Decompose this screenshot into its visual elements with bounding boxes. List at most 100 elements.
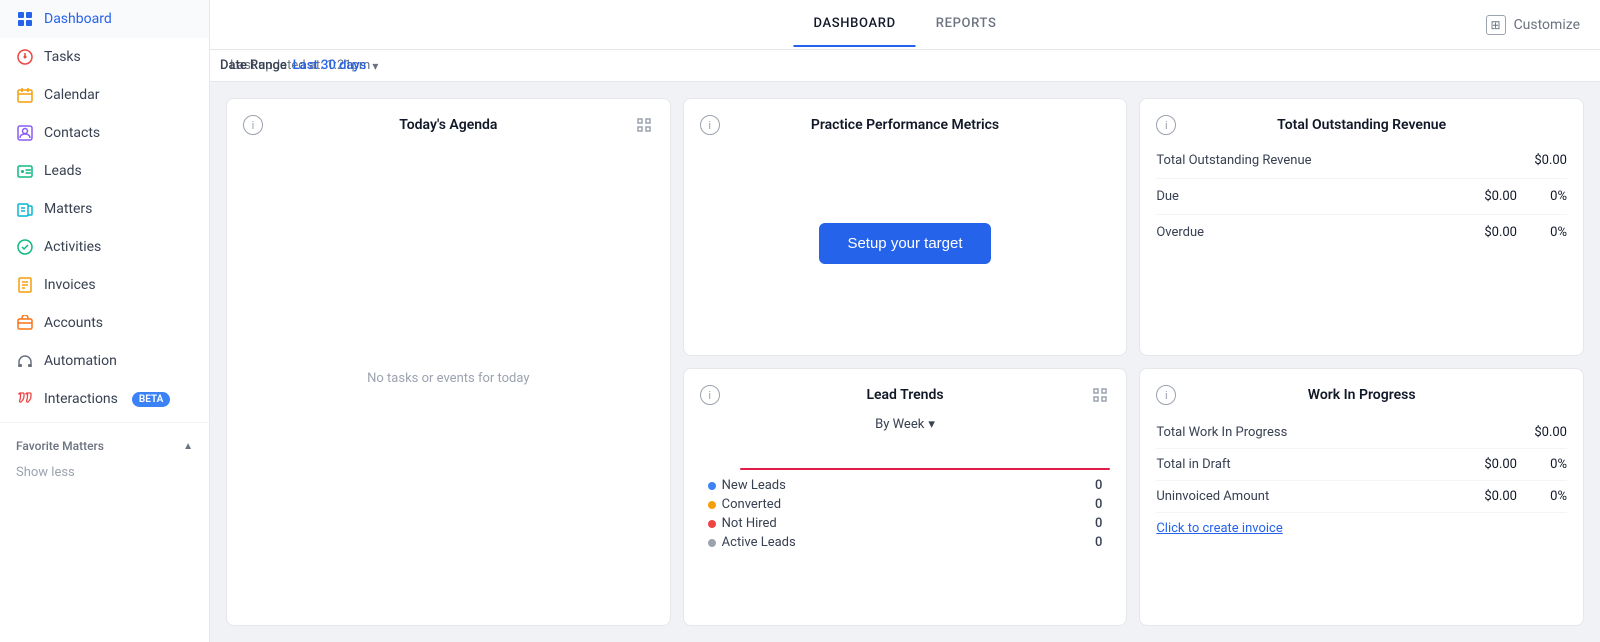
favorite-matters-section: Favorite Matters ▲ bbox=[0, 427, 209, 457]
sidebar-item-automation[interactable]: Automation bbox=[0, 342, 209, 380]
lead-trends-chart bbox=[700, 440, 1111, 470]
revenue-overdue-values: $0.00 0% bbox=[1462, 225, 1567, 240]
converted-label: Converted bbox=[722, 497, 1077, 512]
agenda-card-title: Today's Agenda bbox=[263, 117, 634, 133]
automation-icon bbox=[16, 352, 34, 370]
metrics-card-header: i Practice Performance Metrics bbox=[700, 115, 1111, 135]
sidebar-item-activities[interactable]: Activities bbox=[0, 228, 209, 266]
converted-dot bbox=[708, 501, 716, 509]
sidebar-item-label: Accounts bbox=[44, 315, 103, 331]
lead-trends-chart-line bbox=[740, 468, 1111, 470]
main-content: DASHBOARD REPORTS ⊞ Customize Last updat… bbox=[210, 0, 1600, 642]
wip-draft-pct: 0% bbox=[1537, 457, 1567, 472]
topbar: DASHBOARD REPORTS ⊞ Customize bbox=[210, 0, 1600, 50]
show-less-link[interactable]: Show less bbox=[0, 457, 209, 488]
date-range-label: Date Range bbox=[220, 58, 287, 73]
new-leads-value: 0 bbox=[1082, 478, 1102, 493]
sidebar-item-label: Dashboard bbox=[44, 11, 112, 27]
lead-trends-card: i Lead Trends By Week ▾ New Leads 0 bbox=[683, 368, 1128, 626]
revenue-overdue-pct: 0% bbox=[1537, 225, 1567, 240]
revenue-card-title: Total Outstanding Revenue bbox=[1176, 117, 1547, 133]
revenue-card-header: i Total Outstanding Revenue bbox=[1156, 115, 1567, 135]
metrics-card-title: Practice Performance Metrics bbox=[720, 117, 1091, 133]
agenda-expand-icon[interactable] bbox=[634, 115, 654, 135]
wip-draft-row: Total in Draft $0.00 0% bbox=[1156, 449, 1567, 481]
wip-card-title: Work In Progress bbox=[1176, 387, 1547, 403]
lead-trends-info-icon[interactable]: i bbox=[700, 385, 720, 405]
metrics-info-icon[interactable]: i bbox=[700, 115, 720, 135]
subbar: Last updated at: 1:21pm Date Range Last … bbox=[210, 50, 1600, 82]
sidebar-item-label: Calendar bbox=[44, 87, 100, 103]
sidebar-item-contacts[interactable]: Contacts bbox=[0, 114, 209, 152]
sidebar-item-label: Interactions bbox=[44, 391, 118, 407]
contacts-icon bbox=[16, 124, 34, 142]
create-invoice-link[interactable]: Click to create invoice bbox=[1156, 521, 1567, 536]
revenue-due-values: $0.00 0% bbox=[1462, 189, 1567, 204]
wip-uninvoiced-row: Uninvoiced Amount $0.00 0% bbox=[1156, 481, 1567, 513]
topbar-tabs: DASHBOARD REPORTS bbox=[793, 2, 1016, 47]
sidebar-item-calendar[interactable]: Calendar bbox=[0, 76, 209, 114]
beta-badge: BETA bbox=[132, 392, 170, 407]
lead-trends-legend: New Leads 0 Converted 0 Not Hired 0 Acti… bbox=[700, 478, 1111, 550]
setup-target-button[interactable]: Setup your target bbox=[819, 223, 990, 264]
sidebar-item-matters[interactable]: Matters bbox=[0, 190, 209, 228]
active-leads-dot bbox=[708, 539, 716, 547]
sidebar-item-interactions[interactable]: Interactions BETA bbox=[0, 380, 209, 418]
wip-info-icon[interactable]: i bbox=[1156, 385, 1176, 405]
agenda-empty-message: No tasks or events for today bbox=[243, 147, 654, 609]
revenue-due-pct: 0% bbox=[1537, 189, 1567, 204]
not-hired-value: 0 bbox=[1082, 516, 1102, 531]
active-leads-label: Active Leads bbox=[722, 535, 1077, 550]
interactions-icon bbox=[16, 390, 34, 408]
leads-icon bbox=[16, 162, 34, 180]
metrics-card: i Practice Performance Metrics Setup you… bbox=[683, 98, 1128, 356]
sidebar-item-dashboard[interactable]: Dashboard bbox=[0, 0, 209, 38]
tab-dashboard[interactable]: DASHBOARD bbox=[793, 2, 915, 47]
wip-uninvoiced-amount: $0.00 bbox=[1462, 489, 1517, 504]
chevron-up-icon: ▲ bbox=[183, 441, 193, 452]
tasks-icon bbox=[16, 48, 34, 66]
revenue-info-icon[interactable]: i bbox=[1156, 115, 1176, 135]
sidebar-item-label: Activities bbox=[44, 239, 101, 255]
converted-value: 0 bbox=[1082, 497, 1102, 512]
customize-button[interactable]: ⊞ Customize bbox=[1486, 15, 1580, 35]
wip-draft-values: $0.00 0% bbox=[1462, 457, 1567, 472]
sidebar-item-label: Contacts bbox=[44, 125, 100, 141]
sidebar-item-tasks[interactable]: Tasks bbox=[0, 38, 209, 76]
by-week-label: By Week bbox=[875, 417, 924, 432]
list-item: Converted 0 bbox=[708, 497, 1103, 512]
date-range-control: Date Range Last 30 days ▾ bbox=[220, 58, 378, 73]
sidebar-item-label: Leads bbox=[44, 163, 82, 179]
activities-icon bbox=[16, 238, 34, 256]
sidebar-item-label: Matters bbox=[44, 201, 92, 217]
new-leads-dot bbox=[708, 482, 716, 490]
date-range-value[interactable]: Last 30 days bbox=[293, 58, 367, 73]
list-item: Active Leads 0 bbox=[708, 535, 1103, 550]
not-hired-dot bbox=[708, 520, 716, 528]
sidebar: Dashboard Tasks Calendar Contacts Leads … bbox=[0, 0, 210, 642]
tab-reports[interactable]: REPORTS bbox=[916, 2, 1017, 47]
wip-total-amount: $0.00 bbox=[1512, 425, 1567, 440]
accounts-icon bbox=[16, 314, 34, 332]
revenue-due-amount: $0.00 bbox=[1462, 189, 1517, 204]
revenue-overdue-amount: $0.00 bbox=[1462, 225, 1517, 240]
revenue-overdue-row: Overdue $0.00 0% bbox=[1156, 215, 1567, 250]
sidebar-item-accounts[interactable]: Accounts bbox=[0, 304, 209, 342]
revenue-due-row: Due $0.00 0% bbox=[1156, 179, 1567, 215]
sidebar-item-leads[interactable]: Leads bbox=[0, 152, 209, 190]
sidebar-divider bbox=[0, 422, 209, 423]
list-item: New Leads 0 bbox=[708, 478, 1103, 493]
lead-trends-title: Lead Trends bbox=[720, 387, 1091, 403]
sidebar-item-invoices[interactable]: Invoices bbox=[0, 266, 209, 304]
lead-trends-expand-icon[interactable] bbox=[1090, 385, 1110, 405]
sidebar-item-label: Invoices bbox=[44, 277, 96, 293]
metrics-center: Setup your target bbox=[700, 147, 1111, 339]
lead-trends-by-week[interactable]: By Week ▾ bbox=[700, 417, 1111, 432]
agenda-info-icon[interactable]: i bbox=[243, 115, 263, 135]
wip-total-row: Total Work In Progress $0.00 bbox=[1156, 417, 1567, 449]
sidebar-item-label: Tasks bbox=[44, 49, 81, 65]
date-range-dropdown-icon[interactable]: ▾ bbox=[372, 59, 378, 73]
revenue-due-label: Due bbox=[1156, 189, 1179, 204]
dashboard-grid: i Today's Agenda No tasks or events for … bbox=[210, 82, 1600, 642]
revenue-total-row: Total Outstanding Revenue $0.00 bbox=[1156, 147, 1567, 179]
